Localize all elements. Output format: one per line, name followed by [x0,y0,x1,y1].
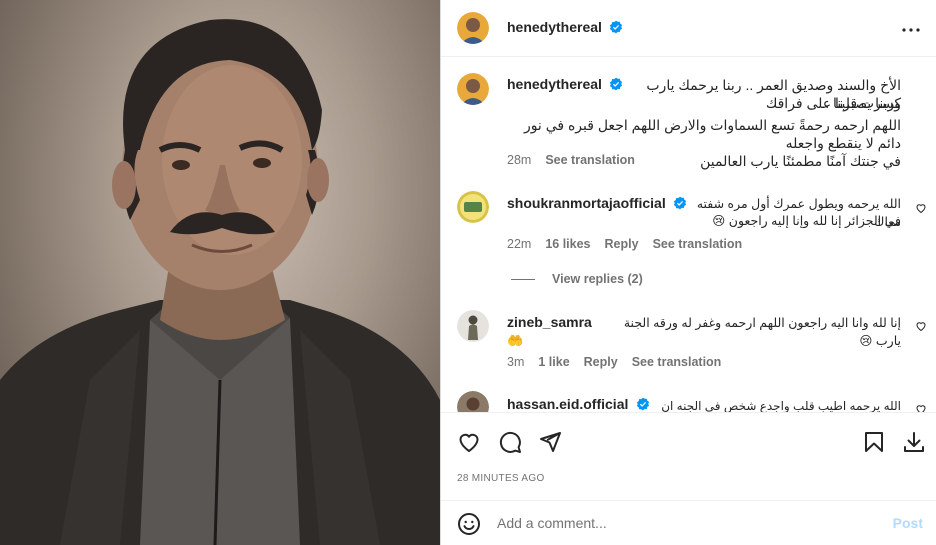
comment-see-translation[interactable]: See translation [653,237,743,251]
comment-line: 🤲 [507,333,524,348]
post-image[interactable] [0,0,440,545]
caption-line: وربنا يصبرنا على فراقك [765,95,901,111]
verified-badge-icon [610,77,623,91]
comment-likes[interactable]: 16 likes [545,237,590,251]
author-avatar[interactable] [457,12,489,44]
view-replies-divider [511,279,535,280]
post-comment-button[interactable]: Post [893,515,923,531]
caption-time: 28m [507,153,532,167]
comment-time: 22m [507,237,532,251]
comment-avatar[interactable] [457,391,489,412]
verified-badge-icon [610,20,623,34]
comment-see-translation[interactable]: See translation [632,355,722,369]
heart-icon[interactable] [457,430,481,454]
comment-line: في الجزائر إنا لله وإنا إليه راجعون 😢 [712,214,901,228]
author-username[interactable]: henedythereal [507,19,602,35]
comment-icon[interactable] [498,430,522,454]
view-replies-button[interactable]: View replies (2) [552,272,643,286]
comment-likes[interactable]: 1 like [538,355,569,369]
comment-avatar[interactable] [457,310,489,342]
caption-see-translation[interactable]: See translation [545,153,635,167]
caption-author-avatar[interactable] [457,73,489,105]
more-options-icon[interactable] [899,18,923,42]
comment-username[interactable]: shoukranmortajaofficial [507,195,666,211]
comment-input[interactable] [497,511,877,535]
download-icon[interactable] [902,430,926,454]
add-comment-bar: Post [441,500,936,545]
comment-line: الله يرحمه اطيب قلب واجدع شخص فى الجنه ا… [661,399,901,412]
comment-reply-button[interactable]: Reply [584,355,618,369]
caption-line: اللهم ارحمه رحمةً تسع السماوات والارض ال… [523,117,901,151]
comment-time: 3m [507,355,525,369]
post-detail-panel: henedythereal henedythereal الأخ والسند … [440,0,936,545]
comment-like-heart-icon[interactable] [915,320,927,332]
verified-badge-icon [674,196,687,210]
bookmark-icon[interactable] [862,430,886,454]
post-header: henedythereal [441,0,936,57]
caption-username[interactable]: henedythereal [507,76,602,92]
comment-reply-button[interactable]: Reply [605,237,639,251]
comment-text: الله يرحمه اطيب قلب واجدع شخص فى الجنه ا… [646,397,901,412]
emoji-icon[interactable] [457,512,481,536]
comment-username[interactable]: hassan.eid.official [507,396,628,412]
post-actions-bar: 28 MINUTES AGO [441,412,936,502]
comment-username[interactable]: zineb_samra [507,314,592,330]
post-timestamp: 28 MINUTES AGO [457,473,545,484]
comment-like-heart-icon[interactable] [915,403,927,412]
comment-like-heart-icon[interactable] [915,202,927,214]
comment-avatar[interactable] [457,191,489,223]
portrait-illustration [0,19,440,545]
share-icon[interactable] [538,430,562,454]
